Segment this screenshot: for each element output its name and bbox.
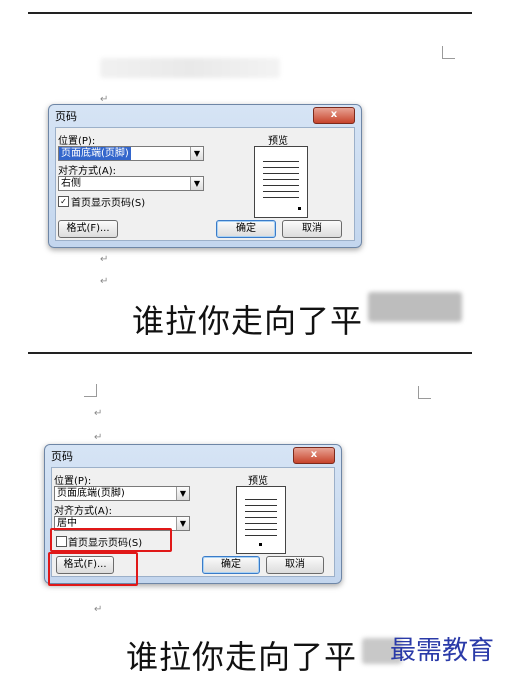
position-label: 位置(P): xyxy=(54,476,92,487)
blurred-text xyxy=(368,292,462,322)
first-page-checkbox[interactable]: ✓ xyxy=(58,196,69,207)
first-page-label: 首页显示页码(S) xyxy=(71,198,146,209)
dialog-titlebar[interactable]: 页码 x xyxy=(49,105,361,125)
page-number-marker xyxy=(298,207,301,210)
chevron-down-icon[interactable]: ▼ xyxy=(190,177,203,190)
close-button[interactable]: x xyxy=(313,107,355,124)
position-select[interactable]: 页面底端(页脚) ▼ xyxy=(58,146,204,161)
watermark-logo-text: 最需教育 xyxy=(390,636,495,666)
top-document-page: ↵ 页码 x 位置(P): 页面底端(页脚) ▼ 对齐方式(A): 右侧 ▼ ✓… xyxy=(28,14,472,340)
margin-corner-mark xyxy=(418,386,431,399)
cancel-button[interactable]: 取消 xyxy=(266,556,324,574)
alignment-label: 对齐方式(A): xyxy=(54,506,113,517)
cancel-button[interactable]: 取消 xyxy=(282,220,342,238)
ok-button[interactable]: 确定 xyxy=(202,556,260,574)
first-page-checkbox-highlight xyxy=(50,528,172,552)
blurred-text xyxy=(100,58,280,78)
alignment-select[interactable]: 右侧 ▼ xyxy=(58,176,204,191)
dialog-titlebar[interactable]: 页码 x xyxy=(45,445,341,465)
paragraph-mark: ↵ xyxy=(94,432,103,443)
margin-corner-mark xyxy=(84,384,97,397)
position-value: 页面底端(页脚) xyxy=(59,147,131,160)
preview-label: 预览 xyxy=(268,136,288,147)
paragraph-mark: ↵ xyxy=(94,604,103,615)
position-select[interactable]: 页面底端(页脚) ▼ xyxy=(54,486,190,501)
position-label: 位置(P): xyxy=(58,136,96,147)
close-button[interactable]: x xyxy=(293,447,335,464)
preview-label: 预览 xyxy=(248,476,268,487)
dialog-title: 页码 xyxy=(55,110,77,123)
document-body-text: 谁拉你走向了平 xyxy=(132,302,364,340)
paragraph-mark: ↵ xyxy=(100,276,109,287)
paragraph-mark: ↵ xyxy=(100,254,109,265)
chevron-down-icon[interactable]: ▼ xyxy=(190,147,203,160)
bottom-document-page: ↵ ↵ 页码 x 位置(P): 页面底端(页脚) ▼ 对齐方式(A): 居中 ▼… xyxy=(28,356,494,676)
preview-page-thumbnail xyxy=(236,486,286,554)
margin-corner-mark xyxy=(442,46,455,59)
format-button[interactable]: 格式(F)... xyxy=(58,220,118,238)
dialog-client: 位置(P): 页面底端(页脚) ▼ 对齐方式(A): 右侧 ▼ ✓ 首页显示页码… xyxy=(55,127,355,241)
format-button-highlight xyxy=(48,552,138,586)
chevron-down-icon[interactable]: ▼ xyxy=(176,517,189,530)
preview-page-thumbnail xyxy=(254,146,308,218)
position-value: 页面底端(页脚) xyxy=(57,488,125,499)
paragraph-mark: ↵ xyxy=(94,408,103,419)
document-body-text: 谁拉你走向了平 xyxy=(126,638,358,676)
alignment-value: 右侧 xyxy=(61,178,81,189)
alignment-label: 对齐方式(A): xyxy=(58,166,117,177)
page-number-dialog: 页码 x 位置(P): 页面底端(页脚) ▼ 对齐方式(A): 右侧 ▼ ✓ 首… xyxy=(48,104,362,248)
ok-button[interactable]: 确定 xyxy=(216,220,276,238)
dialog-title: 页码 xyxy=(51,450,73,463)
bottom-divider xyxy=(28,352,472,354)
chevron-down-icon[interactable]: ▼ xyxy=(176,487,189,500)
page-number-marker xyxy=(259,543,262,546)
